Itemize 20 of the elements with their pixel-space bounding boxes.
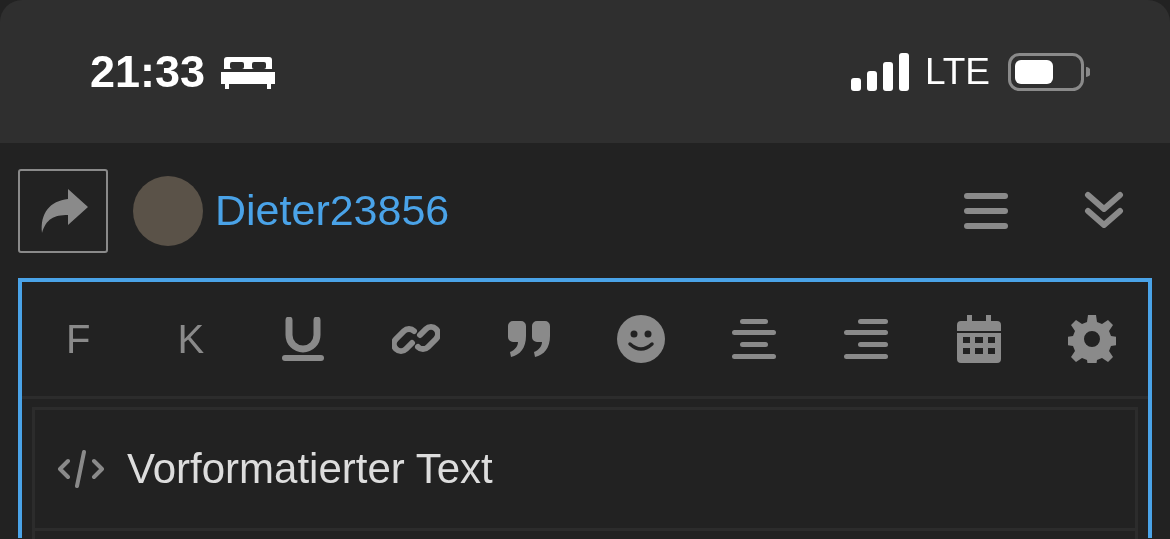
bed-icon [221, 54, 276, 89]
username-link[interactable]: Dieter23856 [215, 186, 450, 235]
align-right-icon [844, 319, 889, 359]
align-center-icon [731, 319, 776, 359]
settings-icon [1067, 315, 1116, 363]
signal-icon [850, 52, 909, 91]
underline-icon [280, 317, 327, 361]
code-icon [57, 450, 105, 488]
menu-icon[interactable] [964, 192, 1008, 229]
clock-time: 21:33 [90, 45, 206, 98]
network-type: LTE [924, 50, 990, 93]
smiley-icon [617, 315, 666, 363]
format-button[interactable]: F [22, 282, 135, 396]
calendar-icon [957, 315, 1002, 363]
format-button[interactable]: K [134, 282, 248, 396]
battery-icon [1008, 52, 1090, 91]
share-button[interactable] [18, 168, 108, 253]
menu-item-label: Vorformatierter Text [127, 445, 493, 493]
quote-icon [505, 321, 552, 357]
double-chevron-down-icon[interactable] [1084, 190, 1124, 231]
